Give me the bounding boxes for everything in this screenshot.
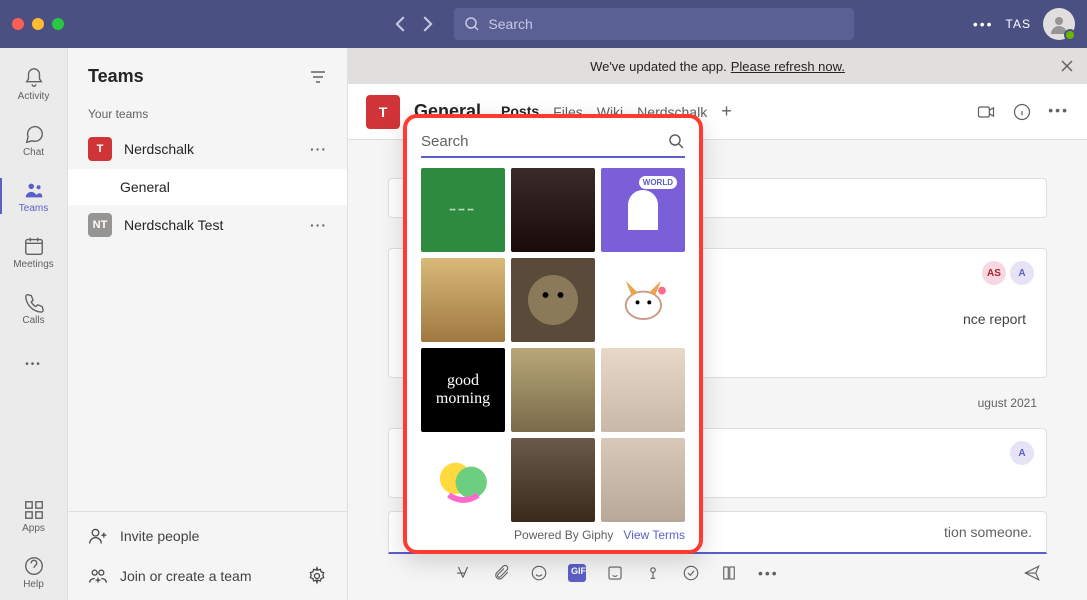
stream-icon[interactable] bbox=[720, 564, 738, 582]
reaction-avatar: A bbox=[1010, 441, 1034, 465]
back-button[interactable] bbox=[390, 13, 412, 35]
search-icon bbox=[464, 16, 480, 32]
rail-meetings[interactable]: Meetings bbox=[0, 224, 68, 280]
gif-tile[interactable] bbox=[601, 348, 685, 432]
view-terms-link[interactable]: View Terms bbox=[623, 528, 685, 542]
global-search[interactable] bbox=[454, 8, 854, 40]
ellipsis-icon: ••• bbox=[25, 359, 42, 370]
channel-avatar: T bbox=[366, 95, 400, 129]
meet-icon[interactable] bbox=[976, 102, 996, 122]
gif-grid: ┉┉┉ WORLD good morning bbox=[421, 168, 685, 522]
more-menu[interactable]: ••• bbox=[973, 16, 994, 32]
rail-activity[interactable]: Activity bbox=[0, 56, 68, 112]
channel-more[interactable]: ••• bbox=[1048, 102, 1069, 122]
filter-icon[interactable] bbox=[309, 68, 327, 86]
gif-search-input[interactable] bbox=[421, 133, 667, 150]
praise-icon[interactable] bbox=[644, 564, 662, 582]
forward-button[interactable] bbox=[416, 13, 438, 35]
chat-icon bbox=[23, 123, 45, 145]
compose-toolbar: GIF ••• bbox=[388, 554, 1047, 582]
history-nav bbox=[390, 13, 438, 35]
section-label: Your teams bbox=[68, 99, 347, 129]
maximize-window[interactable] bbox=[52, 18, 64, 30]
channel-general[interactable]: General bbox=[68, 169, 347, 205]
compose-more[interactable]: ••• bbox=[758, 565, 779, 581]
powered-by: Powered By Giphy bbox=[514, 528, 613, 542]
user-avatar[interactable] bbox=[1043, 8, 1075, 40]
gif-tile[interactable] bbox=[511, 258, 595, 342]
sticker-icon[interactable] bbox=[606, 564, 624, 582]
message-text: nce report bbox=[963, 311, 1026, 327]
invite-people[interactable]: Invite people bbox=[68, 516, 347, 556]
help-icon bbox=[23, 555, 45, 577]
gif-button[interactable]: GIF bbox=[568, 564, 586, 582]
search-input[interactable] bbox=[488, 16, 844, 32]
team-row-nerdschalk-test[interactable]: NT Nerdschalk Test ··· bbox=[68, 205, 347, 245]
join-create-team[interactable]: Join or create a team bbox=[68, 556, 347, 596]
gear-icon[interactable] bbox=[307, 566, 327, 586]
titlebar: ••• TAS bbox=[0, 0, 1087, 48]
gif-footer: Powered By Giphy View Terms bbox=[421, 528, 685, 542]
close-window[interactable] bbox=[12, 18, 24, 30]
gif-tile[interactable] bbox=[511, 168, 595, 252]
approvals-icon[interactable] bbox=[682, 564, 700, 582]
join-team-icon bbox=[88, 566, 108, 586]
team-more[interactable]: ··· bbox=[310, 141, 327, 157]
sidebar-title: Teams bbox=[88, 66, 144, 87]
app-rail: Activity Chat Teams Meetings Calls ••• A… bbox=[0, 48, 68, 600]
attach-icon[interactable] bbox=[492, 564, 510, 582]
update-banner: We've updated the app. Please refresh no… bbox=[348, 48, 1087, 84]
refresh-link[interactable]: Please refresh now. bbox=[731, 59, 845, 74]
sidebar: Teams Your teams T Nerdschalk ··· Genera… bbox=[68, 48, 348, 600]
presence-indicator bbox=[1064, 29, 1076, 41]
team-avatar: NT bbox=[88, 213, 112, 237]
close-icon[interactable] bbox=[1059, 58, 1075, 74]
team-name: Nerdschalk bbox=[124, 141, 298, 157]
rail-teams[interactable]: Teams bbox=[0, 168, 68, 224]
team-name: Nerdschalk Test bbox=[124, 217, 298, 233]
format-icon[interactable] bbox=[454, 564, 472, 582]
minimize-window[interactable] bbox=[32, 18, 44, 30]
gif-tile[interactable] bbox=[511, 348, 595, 432]
info-icon[interactable] bbox=[1012, 102, 1032, 122]
apps-icon bbox=[23, 499, 45, 521]
phone-icon bbox=[23, 291, 45, 313]
invite-icon bbox=[88, 526, 108, 546]
team-more[interactable]: ··· bbox=[310, 217, 327, 233]
gif-tile[interactable]: ┉┉┉ bbox=[421, 168, 505, 252]
send-icon[interactable] bbox=[1023, 564, 1041, 582]
rail-calls[interactable]: Calls bbox=[0, 280, 68, 336]
gif-tile[interactable] bbox=[421, 258, 505, 342]
team-row-nerdschalk[interactable]: T Nerdschalk ··· bbox=[68, 129, 347, 169]
gif-tile[interactable] bbox=[601, 438, 685, 522]
add-tab[interactable]: + bbox=[721, 101, 732, 122]
search-icon bbox=[667, 132, 685, 150]
reaction-avatar: AS bbox=[982, 261, 1006, 285]
gif-tile[interactable]: good morning bbox=[421, 348, 505, 432]
gif-search[interactable] bbox=[421, 132, 685, 158]
teams-icon bbox=[23, 179, 45, 201]
gif-tile[interactable]: WORLD bbox=[601, 168, 685, 252]
window-controls bbox=[12, 18, 64, 30]
gif-tile[interactable] bbox=[421, 438, 505, 522]
calendar-icon bbox=[23, 235, 45, 257]
emoji-icon[interactable] bbox=[530, 564, 548, 582]
rail-help[interactable]: Help bbox=[0, 544, 68, 600]
gif-picker: ┉┉┉ WORLD good morning Powered By Giphy … bbox=[403, 114, 703, 554]
rail-more[interactable]: ••• bbox=[0, 336, 68, 392]
gif-tile[interactable] bbox=[511, 438, 595, 522]
rail-apps[interactable]: Apps bbox=[0, 488, 68, 544]
reaction-avatar: A bbox=[1010, 261, 1034, 285]
user-initials: TAS bbox=[1006, 17, 1031, 31]
gif-tile[interactable] bbox=[601, 258, 685, 342]
team-avatar: T bbox=[88, 137, 112, 161]
bell-icon bbox=[23, 67, 45, 89]
rail-chat[interactable]: Chat bbox=[0, 112, 68, 168]
